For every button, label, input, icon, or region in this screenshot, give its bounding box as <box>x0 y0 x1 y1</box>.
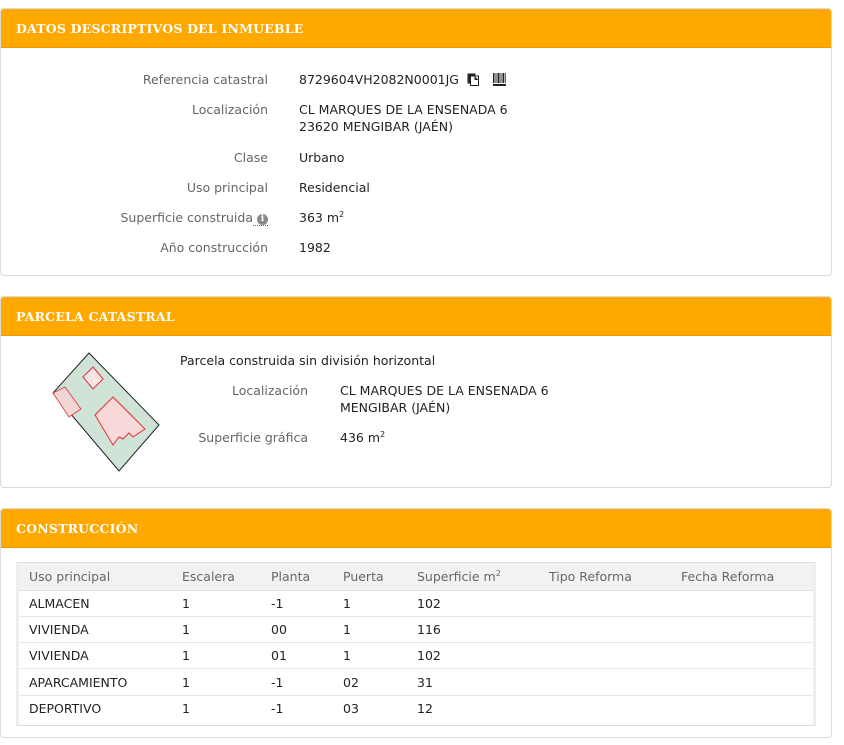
parcela-superficie-label: Superficie gráfica <box>198 430 308 445</box>
table-cell <box>671 695 813 721</box>
localizacion-label: Localización <box>191 102 268 117</box>
col-superficie-exp: 2 <box>495 568 501 578</box>
construccion-panel: CONSTRUCCIÓN Uso principal Escalera Plan… <box>0 508 832 738</box>
referencia-value: 8729604VH2082N0001JG <box>299 72 459 87</box>
superficie-value: 363 m <box>299 210 340 226</box>
barcode-icon[interactable] <box>492 72 506 89</box>
table-cell <box>671 590 813 617</box>
table-cell <box>539 668 671 696</box>
table-cell: 1 <box>172 616 261 644</box>
info-icon[interactable]: i <box>257 214 268 225</box>
info-tooltip-trigger[interactable]: i <box>253 210 268 226</box>
construccion-table: Uso principal Escalera Planta Puerta Sup… <box>19 563 813 721</box>
superficie-unit-exp: 2 <box>339 210 345 219</box>
table-cell: 1 <box>172 590 261 617</box>
datos-inmueble-panel: DATOS DESCRIPTIVOS DEL INMUEBLE Referenc… <box>0 8 832 276</box>
col-superficie-label: Superficie m <box>417 568 496 584</box>
referencia-label: Referencia catastral <box>142 72 268 87</box>
parcela-header: PARCELA CATASTRAL <box>1 297 831 336</box>
table-cell: 12 <box>417 701 433 717</box>
table-row: VIVIENDA 1 01 1 102 <box>19 642 813 670</box>
uso-value: Residencial <box>299 180 370 195</box>
copy-icon[interactable] <box>467 73 479 89</box>
table-cell: VIVIENDA <box>19 616 172 644</box>
table-row: DEPORTIVO 1 -1 03 12 <box>19 695 813 721</box>
construccion-table-container: Uso principal Escalera Planta Puerta Sup… <box>16 562 816 726</box>
uso-label: Uso principal <box>186 180 268 195</box>
parcela-superficie-value: 436 m <box>340 430 381 446</box>
construccion-header: CONSTRUCCIÓN <box>1 509 831 548</box>
table-cell: -1 <box>261 668 333 696</box>
table-cell: 1 <box>172 642 261 670</box>
col-escalera: Escalera <box>172 563 261 591</box>
table-cell: 1 <box>333 642 407 670</box>
table-cell: -1 <box>271 701 284 717</box>
col-tipo-reforma: Tipo Reforma <box>539 563 671 591</box>
localizacion-line2: 23620 MENGIBAR (JAÉN) <box>299 119 453 134</box>
localizacion-line1: CL MARQUES DE LA ENSENADA 6 <box>299 102 508 117</box>
anio-label: Año construcción <box>160 240 268 255</box>
parcela-localizacion-label: Localización <box>231 383 308 398</box>
parcela-panel: PARCELA CATASTRAL Parcela construida sin… <box>0 296 832 488</box>
parcela-subtitle: Parcela construida sin división horizont… <box>180 353 436 368</box>
table-header-row: Uso principal Escalera Planta Puerta Sup… <box>19 563 813 591</box>
clase-value: Urbano <box>299 150 345 165</box>
table-cell <box>539 590 671 617</box>
table-cell: 1 <box>182 701 190 717</box>
col-uso-principal: Uso principal <box>19 563 172 591</box>
table-cell: 1 <box>172 668 261 696</box>
anio-value: 1982 <box>299 240 331 255</box>
table-row: APARCAMIENTO 1 -1 02 31 <box>19 668 813 696</box>
superficie-label-row: Superficie construida i <box>120 210 268 226</box>
col-superficie: Superficie m2 <box>407 563 539 591</box>
superficie-label: Superficie construida <box>120 210 254 225</box>
table-cell: 102 <box>407 590 539 617</box>
table-cell <box>539 642 671 670</box>
referencia-value-row: 8729604VH2082N0001JG <box>299 72 506 89</box>
superficie-value-row: 363 m2 <box>299 210 344 225</box>
table-cell: 31 <box>407 668 539 696</box>
datos-inmueble-header: DATOS DESCRIPTIVOS DEL INMUEBLE <box>1 9 831 48</box>
table-row: VIVIENDA 1 00 1 116 <box>19 616 813 644</box>
table-cell: ALMACEN <box>19 590 172 617</box>
table-cell: 102 <box>407 642 539 670</box>
table-cell: APARCAMIENTO <box>19 668 172 696</box>
parcela-superficie-exp: 2 <box>380 430 386 439</box>
clase-label: Clase <box>233 150 268 165</box>
table-cell: 116 <box>407 616 539 644</box>
table-cell: -1 <box>261 590 333 617</box>
table-cell: 01 <box>261 642 333 670</box>
col-planta: Planta <box>261 563 333 591</box>
parcela-superficie-row: 436 m2 <box>340 430 385 445</box>
table-cell: 03 <box>343 701 359 717</box>
col-fecha-reforma: Fecha Reforma <box>671 563 813 591</box>
table-cell: DEPORTIVO <box>29 701 102 717</box>
table-cell: 02 <box>333 668 407 696</box>
table-cell: 1 <box>333 590 407 617</box>
parcela-localizacion-line1: CL MARQUES DE LA ENSENADA 6 <box>340 383 549 398</box>
table-cell <box>671 668 813 696</box>
table-cell: 00 <box>261 616 333 644</box>
col-puerta: Puerta <box>333 563 407 591</box>
table-cell <box>671 642 813 670</box>
table-cell: VIVIENDA <box>19 642 172 670</box>
parcela-localizacion-line2: MENGIBAR (JAÉN) <box>340 400 451 415</box>
table-cell: 1 <box>333 616 407 644</box>
table-cell <box>539 616 671 644</box>
parcel-map-thumbnail[interactable] <box>47 347 167 477</box>
table-cell <box>539 695 671 721</box>
table-row: ALMACEN 1 -1 1 102 <box>19 590 813 617</box>
table-cell <box>671 616 813 644</box>
